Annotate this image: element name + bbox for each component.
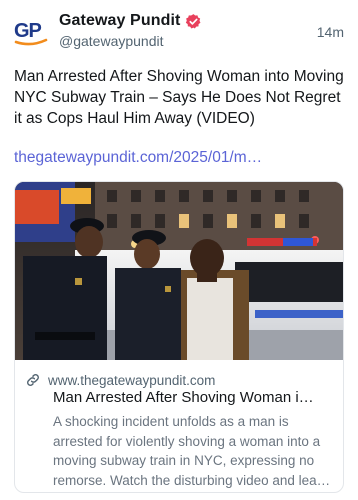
link-card-title[interactable]: Man Arrested After Shoving Woman i… [53, 389, 333, 406]
link-preview-card[interactable]: www.thegatewaypundit.com Man Arrested Af… [14, 181, 344, 493]
verified-badge-icon [186, 13, 201, 29]
link-card-description: A shocking incident unfolds as a man is … [53, 414, 331, 488]
svg-text:GP: GP [14, 20, 42, 42]
post-timestamp[interactable]: 14m [317, 24, 344, 40]
author-name-row: Gateway Pundit [59, 10, 202, 32]
gateway-pundit-logo: GP [12, 12, 50, 50]
post-link[interactable]: thegatewaypundit.com/2025/01/m… [14, 149, 350, 167]
post-text: Man Arrested After Shoving Woman into Mo… [14, 68, 344, 127]
author-display-name[interactable]: Gateway Pundit [59, 12, 180, 30]
author-handle[interactable]: @gatewaypundit [59, 33, 164, 49]
link-card-meta: www.thegatewaypundit.com Man Arrested Af… [15, 360, 343, 492]
author-avatar[interactable]: GP [12, 12, 50, 50]
link-card-domain: www.thegatewaypundit.com [48, 372, 216, 388]
link-card-image[interactable] [15, 182, 343, 360]
post[interactable]: GP Gateway Pundit @gatewaypundit 14m Man… [0, 0, 358, 500]
link-card-domain-row: www.thegatewaypundit.com [25, 372, 215, 388]
link-chain-icon [27, 374, 39, 386]
